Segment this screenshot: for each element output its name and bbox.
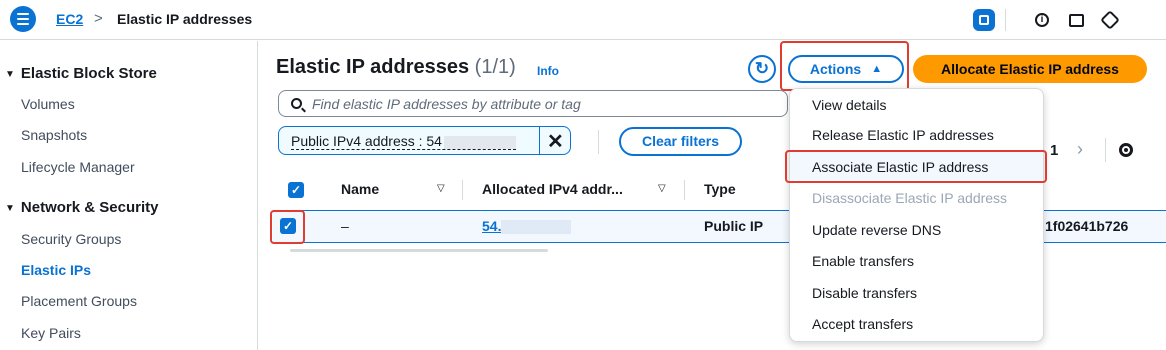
associate-highlight-box xyxy=(785,150,1047,183)
feedback-icon[interactable] xyxy=(1065,9,1087,31)
sidebar-section-ebs[interactable]: ▼ Elastic Block Store xyxy=(5,65,157,82)
filter-token-divider xyxy=(539,127,540,154)
menu-item-enable-transfers[interactable]: Enable transfers xyxy=(812,253,914,269)
menu-item-release-eip[interactable]: Release Elastic IP addresses xyxy=(812,127,994,143)
page-title-count: (1/1) xyxy=(474,56,516,78)
cell-allocated-ip-link[interactable]: 54. xyxy=(482,218,572,235)
info-icon[interactable]: i xyxy=(1031,9,1053,31)
sidebar-section-title: Elastic Block Store xyxy=(20,65,157,82)
filter-divider xyxy=(598,130,599,154)
menu-item-accept-transfers[interactable]: Accept transfers xyxy=(812,316,913,332)
cell-id-partial: 1f02641b726 xyxy=(1045,218,1129,234)
sidebar-item-lifecycle-manager[interactable]: Lifecycle Manager xyxy=(21,159,135,175)
column-header-type[interactable]: Type xyxy=(704,181,736,197)
next-page-icon[interactable]: › xyxy=(1077,139,1083,160)
page-title-text: Elastic IP addresses xyxy=(276,56,470,78)
search-icon xyxy=(291,98,302,109)
pagination-divider xyxy=(1105,138,1106,162)
menu-item-update-reverse-dns[interactable]: Update reverse DNS xyxy=(812,222,941,238)
select-all-checkbox[interactable]: ✓ xyxy=(288,182,304,198)
top-navigation-bar: EC2 > Elastic IP addresses i xyxy=(0,0,1166,40)
breadcrumb-current: Elastic IP addresses xyxy=(117,11,253,27)
horizontal-scrollbar[interactable] xyxy=(290,249,548,252)
sidebar-item-key-pairs[interactable]: Key Pairs xyxy=(21,325,81,341)
cell-type: Public IP xyxy=(704,218,764,234)
column-divider xyxy=(462,180,463,200)
sidebar-item-snapshots[interactable]: Snapshots xyxy=(21,127,87,143)
refresh-icon: ↻ xyxy=(754,59,770,78)
breadcrumb-ec2-link[interactable]: EC2 xyxy=(56,11,83,27)
hamburger-menu-icon[interactable] xyxy=(10,6,36,32)
column-header-name[interactable]: Name xyxy=(341,181,379,197)
column-header-allocated-ipv4[interactable]: Allocated IPv4 addr... xyxy=(482,181,623,197)
sidebar-item-placement-groups[interactable]: Placement Groups xyxy=(21,293,137,309)
caret-down-icon: ▼ xyxy=(5,69,15,80)
sidebar-item-security-groups[interactable]: Security Groups xyxy=(21,231,121,247)
header-divider xyxy=(1005,9,1006,31)
sidebar: ▼ Elastic Block Store Volumes Snapshots L… xyxy=(0,41,258,350)
column-divider xyxy=(684,180,685,200)
cloudshell-icon[interactable] xyxy=(973,9,995,31)
sidebar-section-title: Network & Security xyxy=(20,199,159,216)
breadcrumb-separator: > xyxy=(94,10,103,27)
redacted-value xyxy=(443,135,516,149)
sort-icon[interactable]: ▽ xyxy=(658,183,666,194)
table-preferences-icon[interactable] xyxy=(1119,143,1133,157)
search-input[interactable] xyxy=(312,95,752,112)
info-link[interactable]: Info xyxy=(537,64,559,78)
row-checkbox-highlight-box xyxy=(270,210,305,244)
filter-token: Public IPv4 address : 54 ✕ xyxy=(278,126,571,155)
actions-dropdown-menu: View details Release Elastic IP addresse… xyxy=(789,88,1044,342)
filter-token-text: Public IPv4 address : 54 xyxy=(291,133,442,149)
remove-filter-icon[interactable]: ✕ xyxy=(547,129,564,154)
filter-token-label[interactable]: Public IPv4 address : 54 xyxy=(291,133,516,150)
allocate-elastic-ip-button[interactable]: Allocate Elastic IP address xyxy=(913,55,1147,83)
search-field[interactable] xyxy=(278,90,788,117)
menu-item-disassociate-eip: Disassociate Elastic IP address xyxy=(812,190,1008,206)
page-number[interactable]: 1 xyxy=(1050,142,1058,159)
actions-highlight-box xyxy=(780,41,909,91)
redacted-value xyxy=(501,220,572,235)
cell-ip-text: 54. xyxy=(482,218,502,234)
menu-item-disable-transfers[interactable]: Disable transfers xyxy=(812,285,917,301)
page-title: Elastic IP addresses (1/1) xyxy=(276,56,516,79)
settings-icon[interactable] xyxy=(1099,9,1121,31)
clear-filters-button[interactable]: Clear filters xyxy=(619,127,742,156)
menu-item-view-details[interactable]: View details xyxy=(812,97,886,113)
sidebar-item-volumes[interactable]: Volumes xyxy=(21,96,75,112)
refresh-button[interactable]: ↻ xyxy=(748,55,776,83)
cell-name: – xyxy=(341,218,349,234)
sidebar-section-network-security[interactable]: ▼ Network & Security xyxy=(5,199,158,216)
caret-down-icon: ▼ xyxy=(5,203,15,214)
sidebar-item-elastic-ips[interactable]: Elastic IPs xyxy=(21,262,91,278)
sort-icon[interactable]: ▽ xyxy=(437,183,445,194)
